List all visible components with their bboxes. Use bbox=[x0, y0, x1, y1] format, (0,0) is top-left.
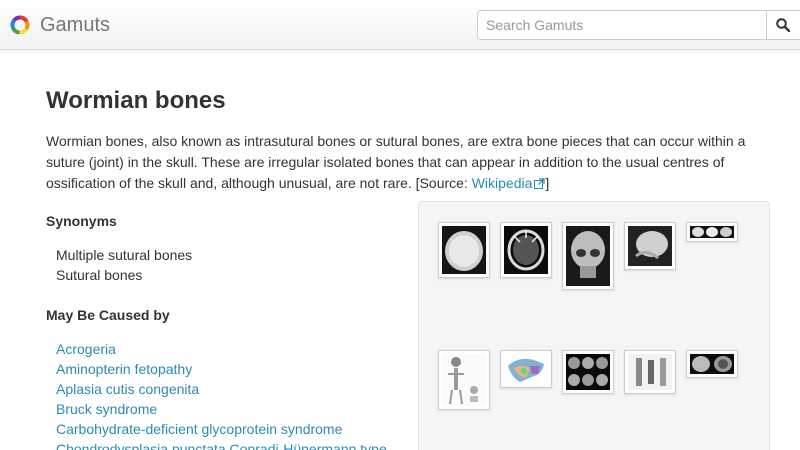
cause-link[interactable]: Aplasia cutis congenita bbox=[56, 379, 387, 399]
cause-link[interactable]: Carbohydrate-deficient glycoprotein synd… bbox=[56, 419, 387, 439]
gallery-thumbnail[interactable] bbox=[438, 350, 490, 410]
skeletal-survey-image bbox=[442, 354, 486, 406]
synonym-item: Multiple sutural bones bbox=[56, 247, 193, 263]
gamuts-logo-icon bbox=[10, 15, 30, 35]
cause-link[interactable]: Bruck syndrome bbox=[56, 399, 387, 419]
description-close: ] bbox=[545, 175, 550, 191]
cause-link[interactable]: Chondrodysplasia punctata Conradi-Hünerm… bbox=[56, 439, 387, 450]
caused-by-heading: May Be Caused by bbox=[46, 307, 170, 323]
skull-3d-model-image bbox=[504, 354, 548, 384]
skull-series-image bbox=[690, 226, 734, 238]
skull-ct-grid-image bbox=[566, 354, 610, 390]
cause-link[interactable]: Aminopterin fetopathy bbox=[56, 359, 387, 379]
cause-link[interactable]: Acrogeria bbox=[56, 339, 387, 359]
skull-ct-image bbox=[504, 226, 548, 274]
wikipedia-source-link[interactable]: Wikipedia bbox=[472, 175, 533, 191]
search-input[interactable] bbox=[477, 10, 767, 40]
skull-xray-image bbox=[442, 226, 486, 274]
skull-frontal-xray-image bbox=[566, 226, 610, 286]
gallery-thumbnail[interactable] bbox=[686, 350, 738, 378]
description-text: Wormian bones, also known as intrasutura… bbox=[46, 133, 746, 191]
gallery-thumbnail[interactable] bbox=[562, 350, 614, 394]
brand-name: Gamuts bbox=[40, 14, 111, 36]
image-gallery bbox=[418, 201, 770, 450]
top-navbar: Gamuts bbox=[0, 0, 800, 50]
external-link-icon[interactable] bbox=[534, 178, 546, 189]
page-title: Wormian bones bbox=[46, 87, 226, 114]
synonyms-list: Multiple sutural bones Sutural bones bbox=[56, 245, 192, 285]
gallery-thumbnail[interactable] bbox=[438, 222, 490, 278]
gallery-thumbnail[interactable] bbox=[686, 222, 738, 242]
long-bone-xray-image bbox=[628, 354, 672, 390]
synonyms-heading: Synonyms bbox=[46, 213, 117, 229]
article-description: Wormian bones, also known as intrasutura… bbox=[46, 131, 766, 194]
skull-mri-image bbox=[690, 354, 734, 374]
gallery-thumbnail[interactable] bbox=[500, 222, 552, 278]
search-button[interactable] bbox=[766, 10, 800, 40]
caused-by-list: Acrogeria Aminopterin fetopathy Aplasia … bbox=[56, 339, 387, 450]
gallery-thumbnail[interactable] bbox=[624, 222, 676, 270]
skull-lateral-xray-image bbox=[628, 226, 672, 266]
gallery-thumbnail[interactable] bbox=[624, 350, 676, 394]
gallery-thumbnail[interactable] bbox=[500, 350, 552, 388]
brand[interactable]: Gamuts bbox=[10, 13, 110, 37]
synonym-item: Sutural bones bbox=[56, 267, 143, 283]
gallery-thumbnail[interactable] bbox=[562, 222, 614, 290]
search-icon bbox=[776, 18, 790, 32]
